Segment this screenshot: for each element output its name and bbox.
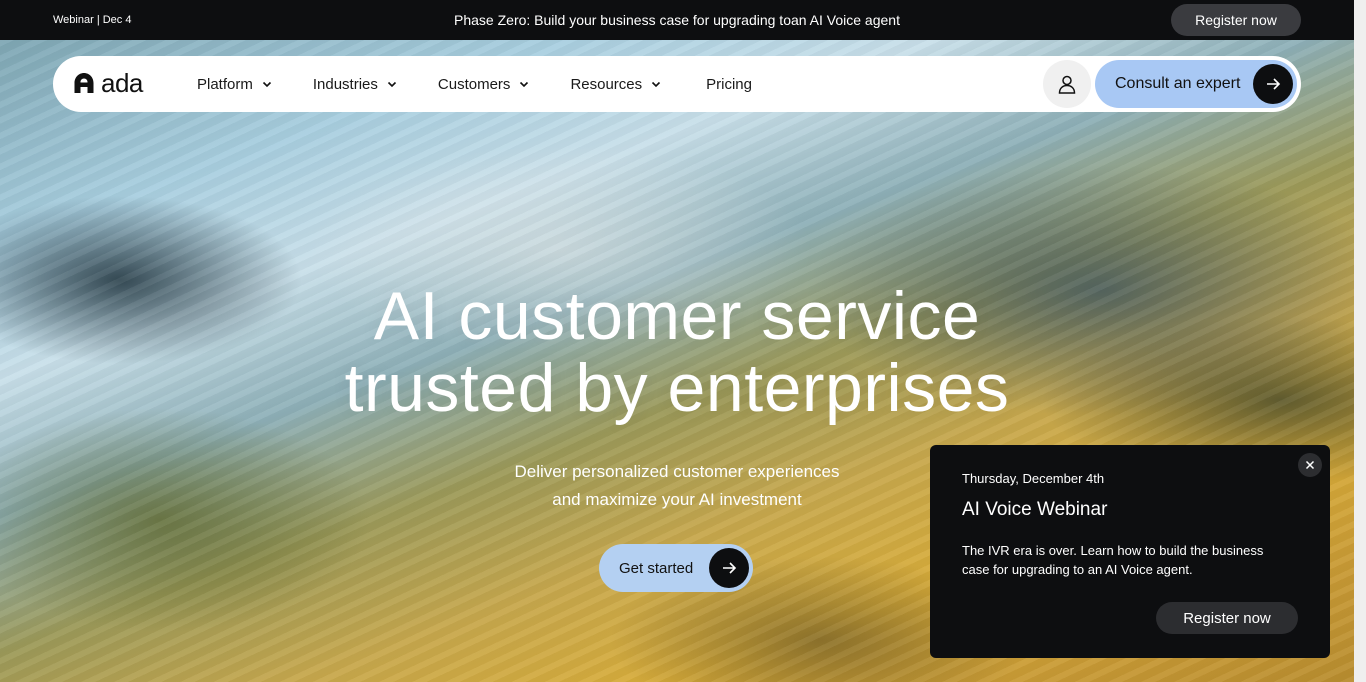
nav-item-label: Platform xyxy=(197,75,253,93)
popup-body: The IVR era is over. Learn how to build … xyxy=(962,543,1264,577)
chevron-down-icon xyxy=(652,81,661,88)
ada-logo[interactable]: ada xyxy=(73,70,143,96)
hero-title-line-2: trusted by enterprises xyxy=(344,350,1010,426)
nav-item-platform[interactable]: Platform xyxy=(197,76,273,93)
arrow-button xyxy=(1253,64,1293,104)
nav-item-label: Industries xyxy=(312,75,378,93)
ada-logo-icon xyxy=(74,73,94,93)
nav-item-industries[interactable]: Industries xyxy=(313,76,398,93)
chevron-down-icon xyxy=(520,81,529,88)
chevron-down-icon xyxy=(262,81,271,88)
arrow-right-icon xyxy=(1267,78,1281,90)
popup-register-button[interactable]: Register now xyxy=(1156,602,1298,634)
hero-title: AI customer service trusted by enterpris… xyxy=(0,280,1354,424)
consult-expert-button[interactable]: Consult an expert xyxy=(1095,60,1297,108)
close-icon xyxy=(1305,460,1315,470)
logo-text: ada xyxy=(101,68,143,98)
consult-label: Consult an expert xyxy=(1115,75,1241,92)
popup-title: AI Voice Webinar xyxy=(962,499,1108,520)
webinar-popup: Thursday, December 4th AI Voice Webinar … xyxy=(930,445,1330,658)
nav-item-label: Pricing xyxy=(706,75,752,93)
nav-item-resources[interactable]: Resources xyxy=(570,76,662,93)
get-started-label: Get started xyxy=(619,559,694,577)
announcement-message[interactable]: Phase Zero: Build your business case for… xyxy=(0,12,1354,28)
nav-menu: Platform Industries Customers Resources … xyxy=(197,56,792,112)
chevron-down-icon xyxy=(387,81,396,88)
nav-item-customers[interactable]: Customers xyxy=(438,76,531,93)
get-started-button[interactable]: Get started xyxy=(599,544,753,592)
main-nav: ada Platform Industries Customers Resour… xyxy=(53,56,1301,112)
announcement-bar: Webinar | Dec 4 Phase Zero: Build your b… xyxy=(0,0,1354,40)
popup-date: Thursday, December 4th xyxy=(962,471,1105,486)
user-icon xyxy=(1058,75,1076,94)
nav-item-label: Customers xyxy=(437,75,511,93)
scrollbar[interactable] xyxy=(1354,0,1366,682)
popup-close-button[interactable] xyxy=(1298,453,1322,477)
topbar-register-button[interactable]: Register now xyxy=(1171,4,1301,36)
nav-item-label: Resources xyxy=(570,75,643,93)
arrow-right-icon xyxy=(723,562,737,574)
arrow-button xyxy=(709,548,749,588)
nav-item-pricing[interactable]: Pricing xyxy=(706,76,752,93)
account-button[interactable] xyxy=(1043,60,1091,108)
hero-title-line-1: AI customer service xyxy=(373,278,981,354)
